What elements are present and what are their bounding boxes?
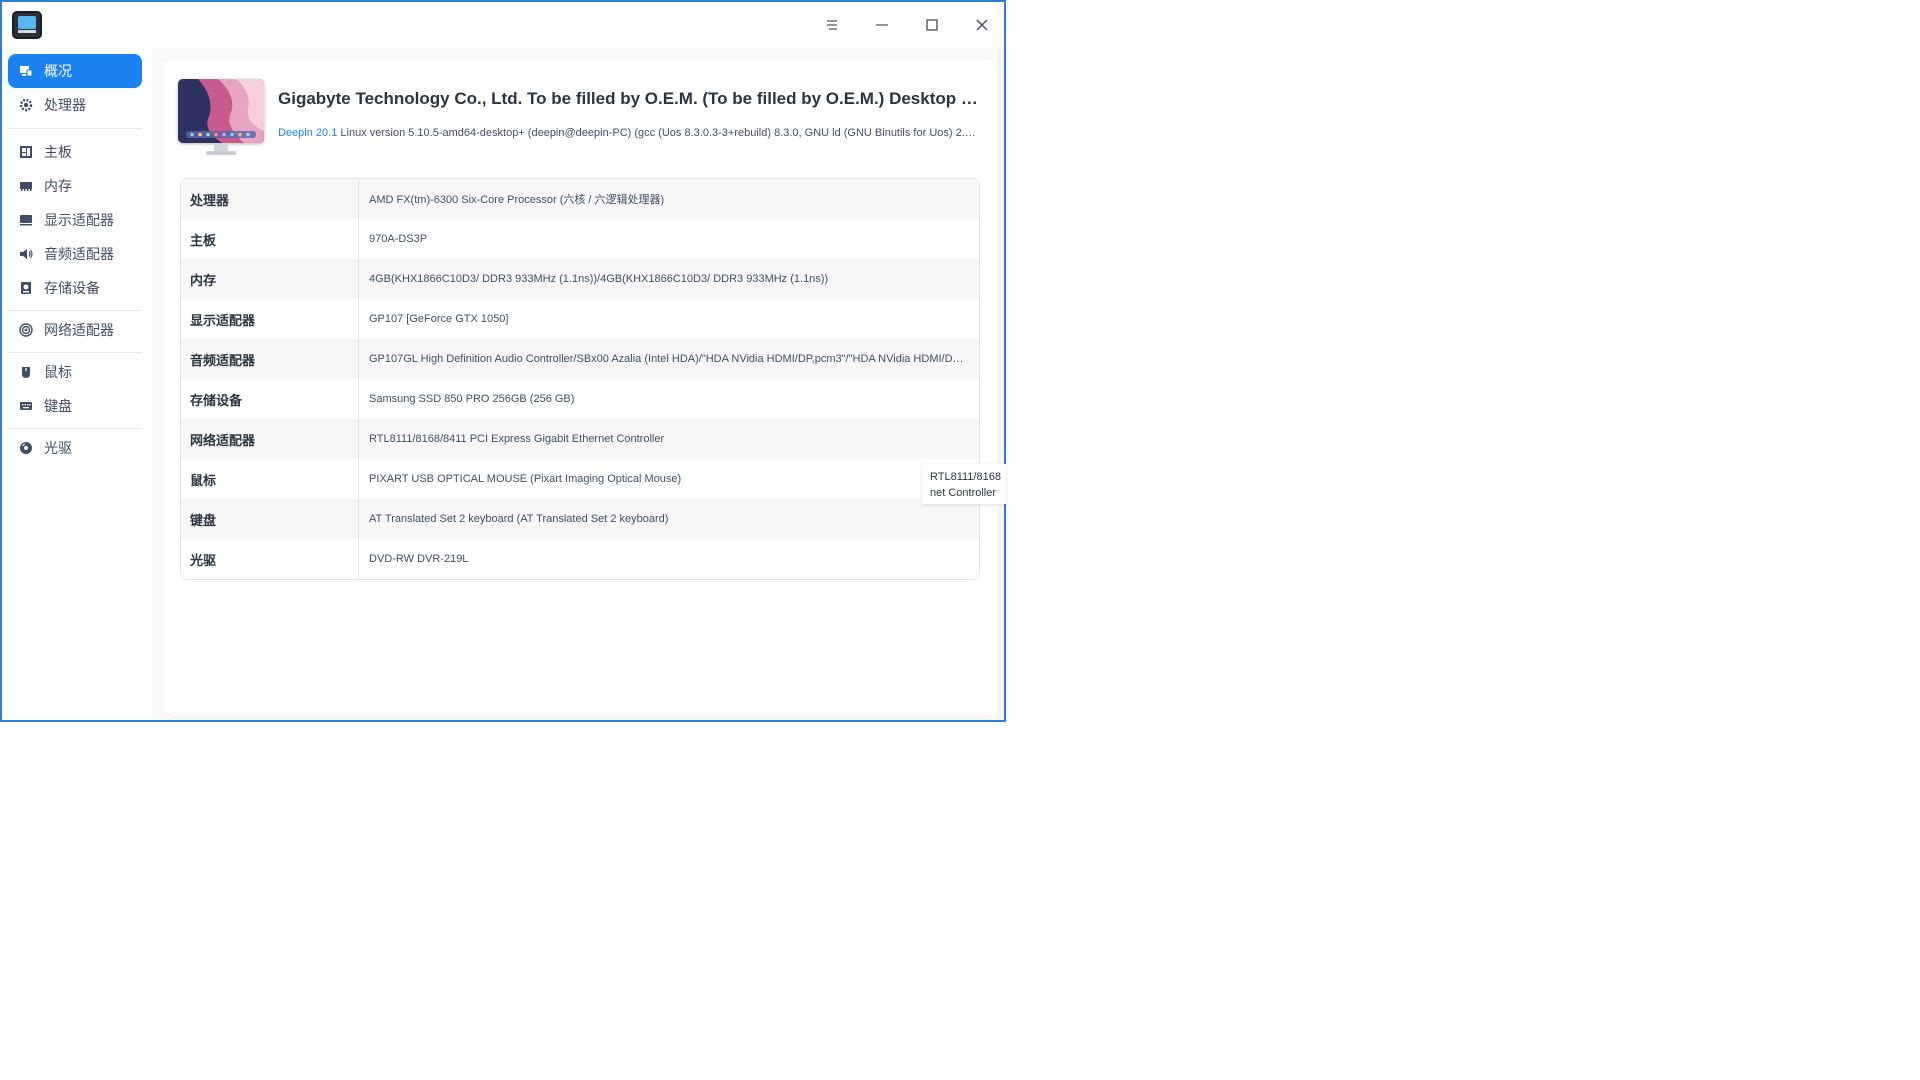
table-row: 鼠标 PIXART USB OPTICAL MOUSE (Pixart Imag… bbox=[181, 459, 979, 499]
kernel-version-text: Linux version 5.10.5-amd64-desktop+ (dee… bbox=[337, 127, 978, 139]
sidebar-item-label: 主板 bbox=[44, 144, 72, 160]
row-value: DVD-RW DVR-219L bbox=[369, 553, 469, 565]
sidebar-item-mouse[interactable]: 鼠标 bbox=[8, 355, 142, 389]
sidebar-item-keyboard[interactable]: 键盘 bbox=[8, 389, 142, 423]
row-key: 主板 bbox=[181, 219, 359, 259]
row-key: 鼠标 bbox=[181, 459, 359, 499]
sidebar-item-label: 概况 bbox=[44, 63, 72, 79]
table-row: 光驱 DVD-RW DVR-219L bbox=[181, 539, 979, 579]
minimize-button[interactable] bbox=[866, 10, 898, 40]
table-row: 存储设备 Samsung SSD 850 PRO 256GB (256 GB) bbox=[181, 379, 979, 419]
device-manager-window: 概况 处理器 主板 内存 显示适配器 音频适配器 存储设备 网络适配器 鼠标 键… bbox=[0, 0, 1006, 722]
maximize-icon bbox=[926, 19, 938, 31]
row-key: 光驱 bbox=[181, 539, 359, 579]
row-value: AT Translated Set 2 keyboard (AT Transla… bbox=[369, 513, 669, 525]
row-key: 内存 bbox=[181, 259, 359, 299]
optical-drive-icon bbox=[18, 440, 34, 456]
tooltip-line: net Controller bbox=[930, 487, 997, 499]
table-row: 主板 970A-DS3P bbox=[181, 219, 979, 259]
row-key: 显示适配器 bbox=[181, 299, 359, 339]
value-tooltip: RTL8111/8168 net Controller bbox=[922, 464, 1006, 504]
table-row: 键盘 AT Translated Set 2 keyboard (AT Tran… bbox=[181, 499, 979, 539]
overview-icon bbox=[18, 63, 34, 79]
sidebar-item-cpu[interactable]: 处理器 bbox=[8, 88, 142, 122]
computer-model-title: Gigabyte Technology Co., Ltd. To be fill… bbox=[278, 89, 978, 108]
cpu-icon bbox=[18, 97, 34, 113]
network-adapter-icon bbox=[18, 322, 34, 338]
sidebar-item-label: 键盘 bbox=[44, 398, 72, 414]
sidebar: 概况 处理器 主板 内存 显示适配器 音频适配器 存储设备 网络适配器 鼠标 键… bbox=[2, 48, 152, 720]
table-row: 显示适配器 GP107 [GeForce GTX 1050] bbox=[181, 299, 979, 339]
sidebar-item-overview[interactable]: 概况 bbox=[8, 54, 142, 88]
maximize-button[interactable] bbox=[916, 10, 948, 40]
os-version-line: Deepin 20.1 Linux version 5.10.5-amd64-d… bbox=[278, 127, 978, 139]
sidebar-item-label: 鼠标 bbox=[44, 364, 72, 380]
row-value: 4GB(KHX1866C10D3/ DDR3 933MHz (1.1ns))/4… bbox=[369, 273, 829, 285]
sidebar-item-optical-drive[interactable]: 光驱 bbox=[8, 431, 142, 465]
keyboard-icon bbox=[18, 398, 34, 414]
close-icon bbox=[976, 19, 988, 31]
menu-icon bbox=[827, 20, 837, 30]
row-value: AMD FX(tm)-6300 Six-Core Processor (六核 /… bbox=[369, 194, 665, 206]
row-key: 网络适配器 bbox=[181, 419, 359, 459]
sidebar-item-label: 显示适配器 bbox=[44, 212, 114, 228]
menu-button[interactable] bbox=[816, 10, 848, 40]
tooltip-line: RTL8111/8168 bbox=[930, 471, 1001, 483]
row-value: 970A-DS3P bbox=[369, 233, 428, 245]
table-row: 内存 4GB(KHX1866C10D3/ DDR3 933MHz (1.1ns)… bbox=[181, 259, 979, 299]
sidebar-item-network-adapter[interactable]: 网络适配器 bbox=[8, 313, 142, 347]
minimize-icon bbox=[876, 24, 888, 26]
storage-icon bbox=[18, 280, 34, 296]
title-bar bbox=[2, 2, 1004, 48]
sidebar-item-label: 内存 bbox=[44, 178, 72, 194]
row-value: GP107GL High Definition Audio Controller… bbox=[369, 353, 969, 365]
audio-adapter-icon bbox=[18, 246, 34, 262]
row-key: 处理器 bbox=[181, 179, 359, 219]
sidebar-item-storage[interactable]: 存储设备 bbox=[8, 271, 142, 305]
display-adapter-icon bbox=[18, 212, 34, 228]
row-value: RTL8111/8168/8411 PCI Express Gigabit Et… bbox=[369, 433, 665, 445]
sidebar-item-label: 网络适配器 bbox=[44, 322, 114, 338]
mouse-icon bbox=[18, 364, 34, 380]
row-key: 音频适配器 bbox=[181, 339, 359, 379]
sidebar-item-audio-adapter[interactable]: 音频适配器 bbox=[8, 237, 142, 271]
computer-monitor-icon bbox=[178, 79, 264, 157]
sidebar-item-display-adapter[interactable]: 显示适配器 bbox=[8, 203, 142, 237]
sidebar-item-label: 光驱 bbox=[44, 440, 72, 456]
table-row: 音频适配器 GP107GL High Definition Audio Cont… bbox=[181, 339, 979, 379]
row-value: GP107 [GeForce GTX 1050] bbox=[369, 313, 509, 325]
sidebar-item-memory[interactable]: 内存 bbox=[8, 169, 142, 203]
row-key: 键盘 bbox=[181, 499, 359, 539]
row-key: 存储设备 bbox=[181, 379, 359, 419]
memory-icon bbox=[18, 178, 34, 194]
sidebar-item-label: 处理器 bbox=[44, 97, 86, 113]
table-row: 处理器 AMD FX(tm)-6300 Six-Core Processor (… bbox=[181, 179, 979, 219]
sidebar-item-label: 音频适配器 bbox=[44, 246, 114, 262]
sidebar-item-motherboard[interactable]: 主板 bbox=[8, 135, 142, 169]
os-name-link[interactable]: Deepin 20.1 bbox=[278, 127, 337, 139]
row-value: PIXART USB OPTICAL MOUSE (Pixart Imaging… bbox=[369, 473, 682, 485]
table-row: 网络适配器 RTL8111/8168/8411 PCI Express Giga… bbox=[181, 419, 979, 459]
motherboard-icon bbox=[18, 144, 34, 160]
sidebar-item-label: 存储设备 bbox=[44, 280, 100, 296]
overview-info-table: 处理器 AMD FX(tm)-6300 Six-Core Processor (… bbox=[180, 178, 980, 580]
close-button[interactable] bbox=[966, 10, 998, 40]
overview-panel: Gigabyte Technology Co., Ltd. To be fill… bbox=[164, 59, 998, 715]
row-value: Samsung SSD 850 PRO 256GB (256 GB) bbox=[369, 393, 575, 405]
app-logo-icon bbox=[12, 11, 42, 39]
